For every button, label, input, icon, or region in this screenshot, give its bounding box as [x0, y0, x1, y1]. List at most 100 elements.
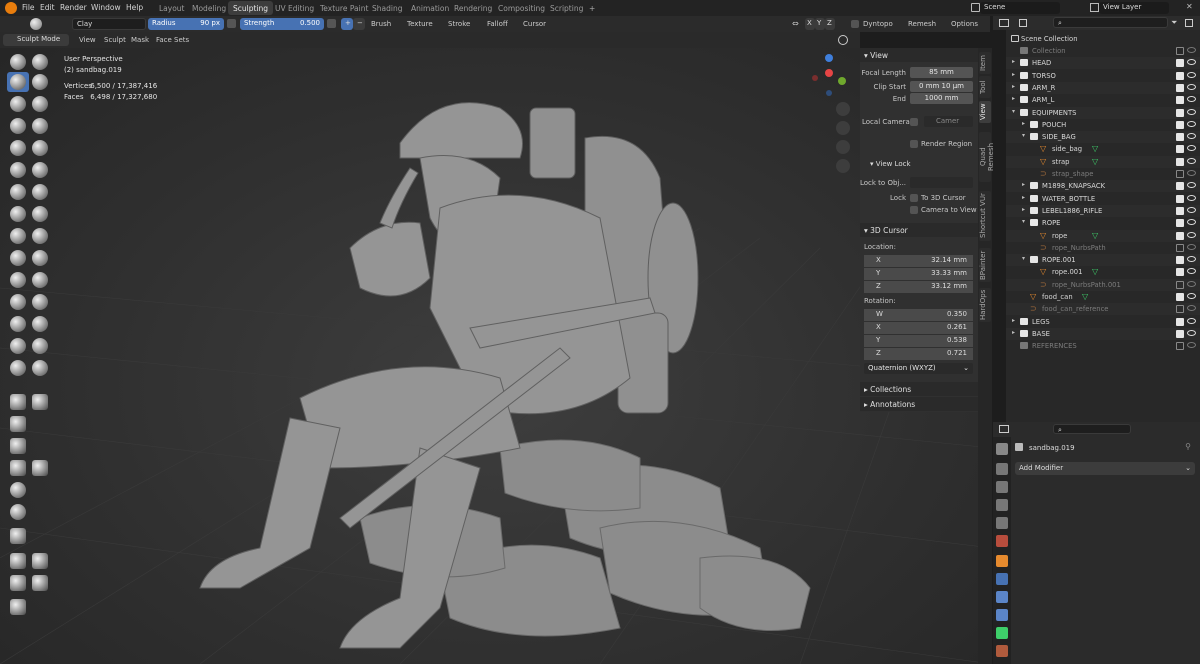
clip-start-field[interactable]: 0 mm 10 µm [910, 81, 973, 92]
clip-end-field[interactable]: 1000 mm [910, 93, 973, 104]
cursor-x-field[interactable]: X 32.14 mm [864, 255, 973, 267]
outliner-row[interactable]: ▸ ARM_R [1006, 81, 1200, 94]
outliner-row[interactable]: ▸ M1898_KNAPSACK [1006, 180, 1200, 193]
elastic-deform-brush-icon[interactable] [10, 228, 26, 244]
visibility-eye-icon[interactable] [1187, 108, 1196, 115]
radius-slider[interactable]: Radius 90 px [148, 18, 224, 30]
mesh-data-icon[interactable]: ▽ [1092, 268, 1098, 276]
outliner-row[interactable]: ▽ rope.001 ▽ [1006, 266, 1200, 278]
clay-brush-icon[interactable] [10, 74, 26, 90]
tab-item[interactable]: Item [979, 52, 991, 74]
local-camera-checkbox[interactable] [910, 118, 918, 126]
render-region-checkbox[interactable] [910, 140, 918, 148]
exclude-checkbox[interactable] [1176, 268, 1184, 277]
pin-icon[interactable]: ⚲ [1185, 442, 1191, 451]
simplify-brush-icon[interactable] [32, 316, 48, 332]
visibility-eye-icon[interactable] [1187, 83, 1196, 90]
tab-scripting[interactable]: Scripting [545, 1, 588, 15]
scene-tab-icon[interactable] [996, 517, 1008, 529]
grab-brush-icon[interactable] [32, 206, 48, 222]
nudge-brush-icon[interactable] [10, 272, 26, 288]
rotation-x-field[interactable]: X 0.261 [864, 322, 973, 334]
visibility-eye-icon[interactable] [1187, 231, 1196, 238]
exclude-checkbox[interactable] [1176, 96, 1184, 105]
expand-toggle-icon[interactable]: ▸ [1022, 194, 1025, 201]
expand-toggle-icon[interactable]: ▸ [1012, 58, 1015, 65]
brush-sphere-icon[interactable] [30, 18, 42, 30]
outliner-row[interactable]: REFERENCES [1006, 340, 1200, 352]
tab-view[interactable]: View [979, 101, 991, 123]
exclude-checkbox[interactable] [1176, 243, 1184, 252]
annotate-icon[interactable] [10, 599, 26, 615]
rotation-z-field[interactable]: Z 0.721 [864, 348, 973, 360]
menu-texture[interactable]: Texture [407, 20, 433, 28]
symmetry-icon[interactable]: ⇔ [792, 19, 799, 28]
tab-animation[interactable]: Animation [406, 1, 454, 15]
exclude-checkbox[interactable] [1176, 293, 1184, 301]
outliner-row[interactable]: ⊃ food_can_reference [1006, 303, 1200, 316]
tab-quad-remesh[interactable]: Quad Remesh [979, 132, 995, 182]
expand-toggle-icon[interactable]: ▸ [1022, 120, 1025, 127]
outliner-row[interactable]: ▸ POUCH [1006, 119, 1200, 131]
strength-pressure-icon[interactable] [327, 19, 336, 28]
thumb-brush-icon[interactable] [10, 250, 26, 266]
mirror-x-toggle[interactable]: X [805, 18, 815, 30]
mesh-filter-icon[interactable] [32, 460, 48, 476]
slide-relax-brush-icon[interactable] [10, 294, 26, 310]
exclude-checkbox[interactable] [1176, 71, 1184, 80]
properties-editor-type-icon[interactable] [999, 425, 1009, 433]
lock-to-object-field[interactable] [910, 177, 973, 188]
brush-name-field[interactable]: Clay [72, 18, 146, 30]
options-menu[interactable]: Options [951, 20, 978, 28]
expand-toggle-icon[interactable]: ▸ [1012, 317, 1015, 324]
particles-tab-icon[interactable] [996, 591, 1008, 603]
outliner-row[interactable]: ▸ HEAD [1006, 57, 1200, 70]
visibility-eye-icon[interactable] [1187, 280, 1196, 287]
rotation-mode-select[interactable]: Quaternion (WXYZ) ⌄ [864, 363, 973, 374]
outliner-row[interactable]: ▽ rope ▽ [1006, 229, 1200, 242]
paint-brush-icon[interactable] [32, 360, 48, 376]
menu-help[interactable]: Help [126, 3, 143, 12]
exclude-checkbox[interactable] [1176, 206, 1184, 215]
annotations-panel-header[interactable]: ▸ Annotations [860, 397, 978, 411]
rotation-y-field[interactable]: Y 0.538 [864, 335, 973, 347]
cloth-filter-icon[interactable] [10, 482, 26, 498]
visibility-eye-icon[interactable] [1187, 243, 1196, 250]
exclude-checkbox[interactable] [1176, 305, 1184, 314]
visibility-eye-icon[interactable] [1187, 96, 1196, 103]
crease-brush-icon[interactable] [10, 140, 26, 156]
clay-thumb-brush-icon[interactable] [10, 96, 26, 112]
scene-collection-row[interactable]: Scene Collection [1006, 33, 1200, 45]
snake-hook-brush-icon[interactable] [32, 228, 48, 244]
exclude-checkbox[interactable] [1176, 342, 1184, 351]
cursor-y-field[interactable]: Y 33.33 mm [864, 268, 973, 280]
tab-rendering[interactable]: Rendering [449, 1, 497, 15]
outliner-row[interactable]: ⊃ rope_NurbsPath [1006, 242, 1200, 254]
mesh-data-icon[interactable]: ▽ [1092, 145, 1098, 153]
multires-displacement-icon[interactable] [10, 360, 26, 376]
exclude-checkbox[interactable] [1176, 59, 1184, 68]
visibility-eye-icon[interactable] [1187, 133, 1196, 140]
exclude-checkbox[interactable] [1176, 170, 1184, 178]
visibility-eye-icon[interactable] [1187, 293, 1196, 299]
visibility-eye-icon[interactable] [1187, 206, 1196, 213]
visibility-eye-icon[interactable] [1187, 256, 1196, 263]
menu-view[interactable]: View [79, 36, 96, 44]
menu-window[interactable]: Window [91, 3, 121, 12]
menu-brush[interactable]: Brush [371, 20, 391, 28]
exclude-checkbox[interactable] [1176, 145, 1184, 154]
boundary-brush-icon[interactable] [32, 294, 48, 310]
pan-hand-icon[interactable] [836, 121, 850, 135]
outliner-search-input[interactable]: ⌕ [1053, 17, 1168, 28]
new-collection-icon[interactable] [1185, 19, 1193, 27]
outliner-row[interactable]: ▸ LEBEL1886_RIFLE [1006, 204, 1200, 217]
camera-field[interactable]: Camer [924, 116, 973, 127]
outliner-row[interactable]: ⊃ strap_shape [1006, 168, 1200, 180]
box-hide-icon[interactable] [32, 394, 48, 410]
funnel-icon[interactable]: ⏷ [1171, 18, 1177, 28]
expand-toggle-icon[interactable]: ▸ [1012, 95, 1015, 102]
cursor-z-field[interactable]: Z 33.12 mm [864, 281, 973, 293]
outliner-row[interactable]: ▸ WATER_BOTTLE [1006, 193, 1200, 205]
visibility-eye-icon[interactable] [1187, 305, 1196, 312]
tab-hardops[interactable]: HardOps [979, 288, 991, 322]
